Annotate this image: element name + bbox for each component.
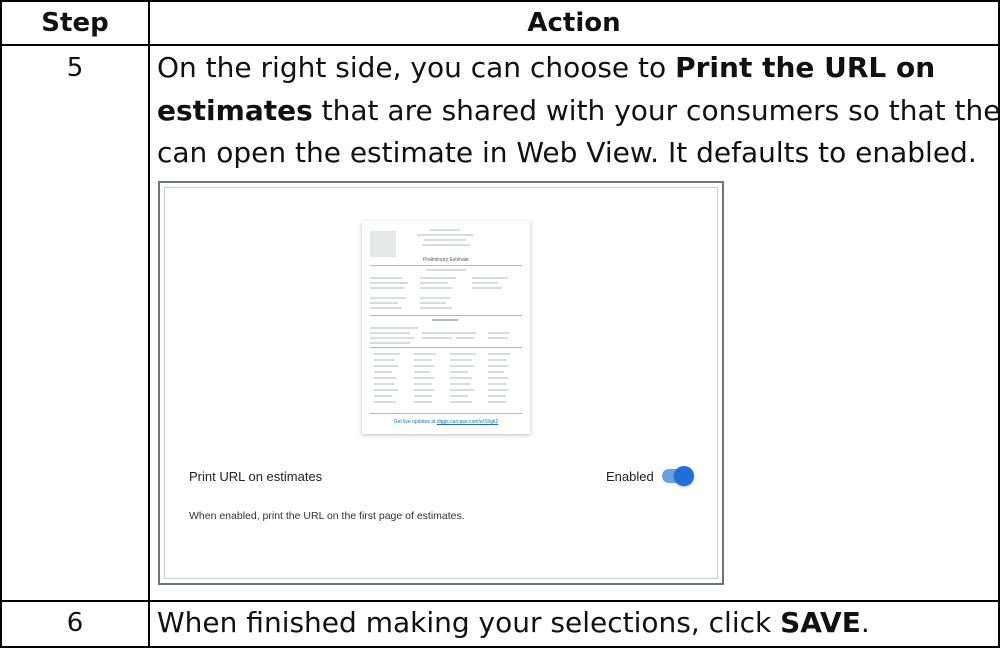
table-header-divider bbox=[0, 44, 1000, 46]
preview-title: Preliminary Estimate bbox=[423, 257, 469, 263]
step-column-header: Step bbox=[41, 8, 109, 38]
action-text-line-2: estimates that are shared with your cons… bbox=[157, 91, 1000, 131]
action-column-header: Action bbox=[527, 8, 621, 38]
table-border-top bbox=[0, 0, 1000, 2]
preview-url-link: diggs.carcase.com/e/S9gk2 bbox=[436, 419, 499, 425]
print-url-toggle[interactable] bbox=[662, 466, 694, 486]
step-number: 6 bbox=[66, 608, 84, 638]
action-text-line-3: can open the estimate in Web View. It de… bbox=[157, 133, 977, 173]
action-text: On the right side, you can choose to bbox=[157, 51, 676, 84]
action-text: . bbox=[860, 606, 870, 639]
embedded-screenshot: Preliminary Estimate Get live updates at… bbox=[158, 181, 724, 585]
toggle-status-label: Enabled bbox=[606, 469, 654, 484]
instruction-table: Step Action 5 On the right side, you can… bbox=[0, 0, 1000, 648]
print-url-setting-description: When enabled, print the URL on the first… bbox=[189, 510, 465, 522]
action-text: can open the estimate in Web View. It de… bbox=[157, 136, 977, 169]
action-text-line: When finished making your selections, cl… bbox=[157, 603, 870, 643]
emphasis-text: estimates bbox=[157, 94, 313, 127]
print-url-setting-label: Print URL on estimates bbox=[189, 469, 323, 484]
action-text-line-1: On the right side, you can choose to Pri… bbox=[157, 48, 935, 88]
estimate-preview: Preliminary Estimate Get live updates at… bbox=[362, 221, 530, 434]
settings-panel: Preliminary Estimate Get live updates at… bbox=[164, 187, 718, 579]
step-number: 5 bbox=[66, 53, 84, 83]
toggle-knob bbox=[674, 466, 694, 486]
emphasis-text: Print the URL on bbox=[675, 51, 936, 84]
save-keyword: SAVE bbox=[780, 606, 861, 639]
table-column-divider bbox=[148, 0, 150, 648]
logo-placeholder bbox=[370, 231, 396, 257]
preview-url-line: Get live updates at diggs.carcase.com/e/… bbox=[362, 419, 530, 425]
preview-url-prefix: Get live updates at bbox=[393, 419, 437, 425]
action-text: When finished making your selections, cl… bbox=[157, 606, 781, 639]
table-row-divider bbox=[0, 600, 1000, 602]
table-border-left bbox=[0, 0, 2, 648]
action-text: that are shared with your consumers so t… bbox=[312, 94, 1000, 127]
